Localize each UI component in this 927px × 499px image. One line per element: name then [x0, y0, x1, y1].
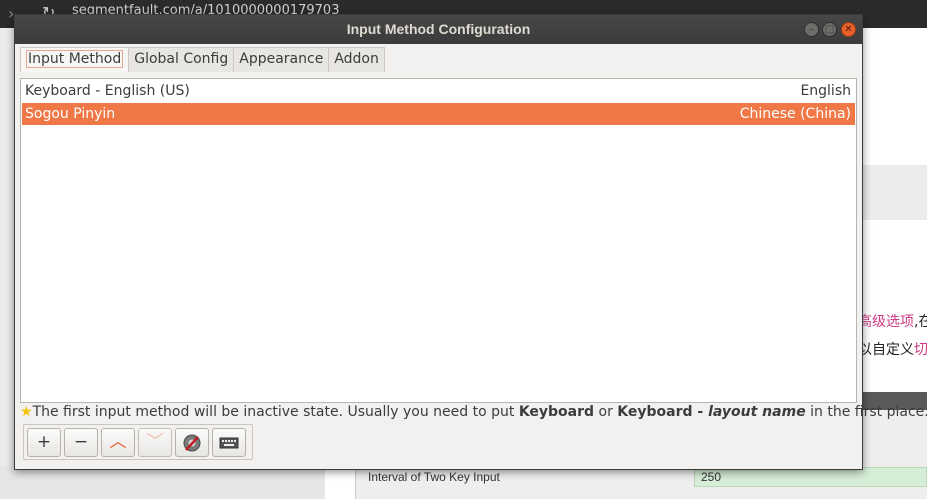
move-down-button[interactable]: ﹀	[138, 428, 172, 457]
keyboard-icon	[219, 437, 239, 449]
interval-field[interactable]: 250	[694, 467, 927, 487]
list-item-selected[interactable]: Sogou Pinyin Chinese (China)	[22, 103, 855, 125]
background-panel	[0, 466, 325, 499]
tab-bar: Input Method Global Config Appearance Ad…	[20, 47, 385, 72]
input-method-language: Chinese (China)	[739, 106, 851, 122]
hint-text: ★The first input method will be inactive…	[20, 404, 927, 420]
titlebar[interactable]: Input Method Configuration – □ ✕	[15, 15, 862, 44]
background-strip	[0, 28, 14, 499]
keyboard-layout-button[interactable]	[212, 428, 246, 457]
input-method-list[interactable]: Keyboard - English (US) English Sogou Pi…	[20, 78, 857, 403]
tab-addon[interactable]: Addon	[328, 47, 385, 72]
background-text-line: 高级选项,在	[858, 314, 927, 330]
window-title: Input Method Configuration	[346, 21, 531, 37]
background-text-line: 以自定义切	[858, 342, 927, 358]
interval-label: Interval of Two Key Input	[368, 470, 500, 484]
list-toolbar: + − ︿ ﹀	[23, 424, 253, 460]
tab-appearance[interactable]: Appearance	[233, 47, 330, 72]
remove-button[interactable]: −	[64, 428, 98, 457]
tab-input-method[interactable]: Input Method	[20, 47, 130, 72]
wrench-icon	[183, 434, 201, 452]
input-method-language: English	[800, 83, 851, 99]
add-button[interactable]: +	[27, 428, 61, 457]
input-method-config-window: Input Method Configuration – □ ✕ Input M…	[14, 14, 927, 470]
configure-button[interactable]	[175, 428, 209, 457]
star-icon: ★	[20, 404, 33, 420]
tab-global-config[interactable]: Global Config	[128, 47, 235, 72]
maximize-button[interactable]: □	[822, 22, 837, 37]
input-method-name: Sogou Pinyin	[25, 106, 116, 122]
input-method-name: Keyboard - English (US)	[25, 83, 190, 99]
minimize-button[interactable]: –	[804, 22, 819, 37]
background-band	[862, 165, 927, 220]
close-button[interactable]: ✕	[841, 22, 856, 37]
move-up-button[interactable]: ︿	[101, 428, 135, 457]
list-item[interactable]: Keyboard - English (US) English	[22, 80, 855, 102]
